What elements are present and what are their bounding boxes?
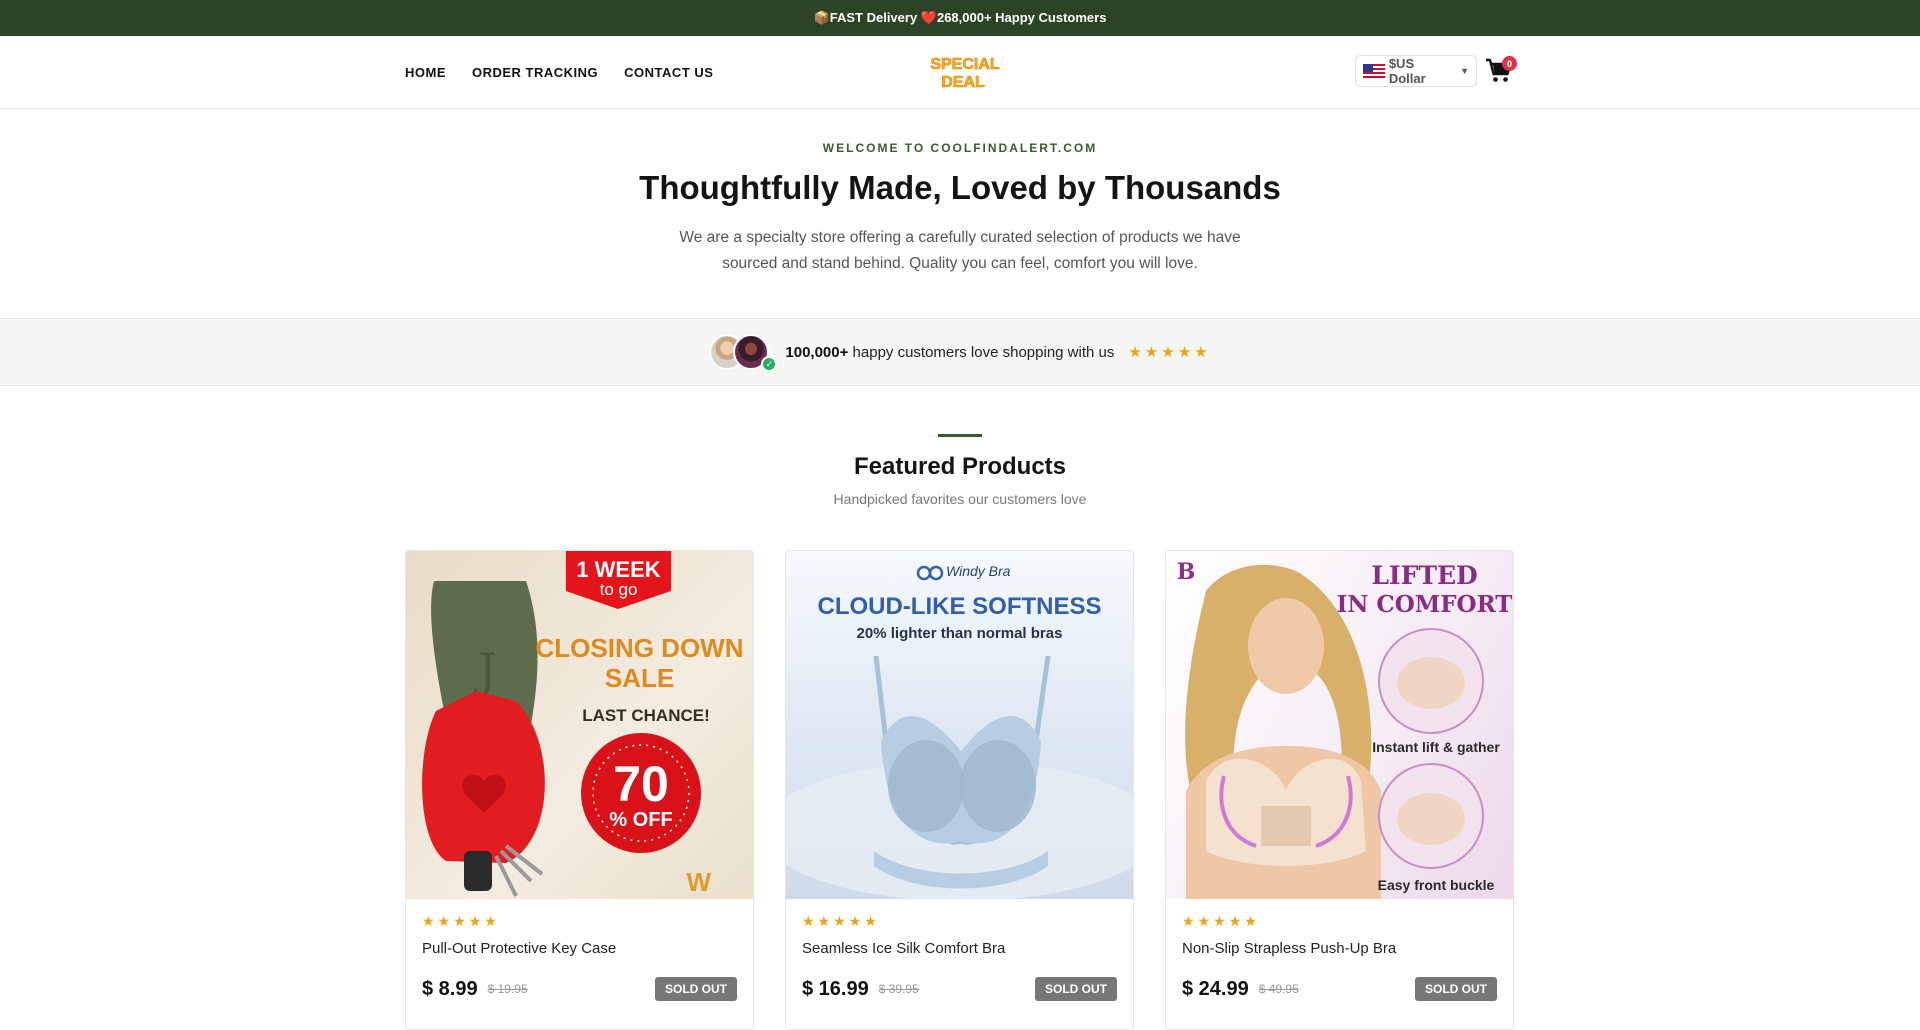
sold-out-badge: SOLD OUT (1415, 977, 1497, 1001)
proof-message: happy customers love shopping with us (848, 343, 1115, 361)
discount-seal-text: 70 % OFF (581, 759, 701, 832)
verified-check-icon: ✓ (761, 356, 778, 372)
image-brand-text: Windy Bra (946, 563, 1011, 579)
cart-count-badge: 0 (1502, 56, 1517, 71)
image-headline-text: CLOUD-LIKE SOFTNESS (817, 593, 1102, 620)
product-info: ★★★★★ Non-Slip Strapless Push-Up Bra $ 2… (1166, 899, 1513, 1015)
product-name[interactable]: Non-Slip Strapless Push-Up Bra (1182, 940, 1497, 957)
headline-line1: LIFTED (1371, 561, 1478, 590)
price-row: $ 24.99 $ 49.95 SOLD OUT (1182, 977, 1497, 1001)
product-compare-price: $ 39.95 (878, 982, 919, 996)
sale-line2: SALE (604, 663, 675, 693)
price-row: $ 16.99 $ 39.95 SOLD OUT (802, 977, 1117, 1001)
nav-order-tracking[interactable]: ORDER TRACKING (472, 65, 598, 80)
sold-out-badge: SOLD OUT (1035, 977, 1117, 1001)
sold-out-badge: SOLD OUT (655, 977, 737, 1001)
product-card[interactable]: B LIFTED IN COMFORT Instant lift & gathe… (1165, 550, 1514, 1030)
product-name[interactable]: Seamless Ice Silk Comfort Bra (802, 940, 1117, 957)
product-name[interactable]: Pull-Out Protective Key Case (422, 940, 737, 957)
nav-contact-us[interactable]: CONTACT US (624, 65, 713, 80)
product-compare-price: $ 19.95 (487, 982, 528, 996)
customer-avatars: ✓ (709, 332, 779, 372)
product-rating-stars: ★★★★★ (422, 913, 500, 929)
product-price: $ 24.99 (1182, 977, 1249, 1000)
featured-title: Featured Products (853, 453, 1067, 480)
product-info: ★★★★★ Seamless Ice Silk Comfort Bra $ 16… (786, 899, 1133, 1015)
image-headline-text: LIFTED IN COMFORT (1336, 561, 1513, 619)
product-price: $ 8.99 (422, 977, 478, 1000)
feature-text-1: Instant lift & gather (1372, 739, 1500, 755)
image-subtext: 20% lighter than normal bras (856, 625, 1063, 642)
sale-line1: CLOSING DOWN (535, 633, 744, 663)
discount-off: % OFF (609, 809, 673, 831)
main-nav: HOME ORDER TRACKING CONTACT US (405, 36, 713, 108)
announcement-bar: 📦FAST Delivery ❤️268,000+ Happy Customer… (0, 0, 1920, 36)
section-divider (938, 434, 982, 437)
image-sale-text: CLOSING DOWN SALE (526, 633, 753, 693)
customer-count: 100,000+ (785, 343, 849, 361)
discount-percent: 70 (613, 756, 669, 812)
product-rating-stars: ★★★★★ (1182, 913, 1260, 929)
product-image-key-case[interactable]: J W 1 WEEK to go CLOSING DOWN SALE LAST … (406, 551, 753, 899)
social-proof-bar: ✓ 100,000+ happy customers love shopping… (0, 318, 1920, 386)
currency-selector[interactable]: $US Dollar ▼ (1355, 55, 1477, 87)
logo-line1: SPECIAL (930, 56, 1000, 73)
special-deal-logo[interactable]: SPECIAL DEAL (929, 52, 1001, 92)
product-grid: J W 1 WEEK to go CLOSING DOWN SALE LAST … (405, 550, 1514, 1030)
featured-subtitle: Handpicked favorites our customers love (833, 491, 1087, 507)
product-rating-stars: ★★★★★ (802, 913, 880, 929)
product-image-strapless-bra[interactable]: B LIFTED IN COMFORT Instant lift & gathe… (1166, 551, 1513, 899)
social-proof-text: 100,000+ happy customers love shopping w… (785, 344, 1114, 361)
product-image-silk-bra[interactable]: Windy Bra CLOUD-LIKE SOFTNESS 20% lighte… (786, 551, 1133, 899)
price-row: $ 8.99 $ 19.95 SOLD OUT (422, 977, 737, 1001)
product-card[interactable]: Windy Bra CLOUD-LIKE SOFTNESS 20% lighte… (785, 550, 1134, 1030)
hero-description: We are a specialty store offering a care… (679, 229, 1241, 272)
banner-line2: to go (599, 580, 638, 599)
hero-title: Thoughtfully Made, Loved by Thousands (639, 169, 1281, 206)
logo-line2: DEAL (941, 74, 985, 91)
last-chance-text: LAST CHANCE! (582, 706, 710, 725)
site-header: HOME ORDER TRACKING CONTACT US SPECIAL D… (0, 36, 1920, 109)
image-logo-text: B (1176, 559, 1196, 585)
product-compare-price: $ 49.95 (1258, 982, 1299, 996)
product-price: $ 16.99 (802, 977, 869, 1000)
featured-products-header: Featured Products Handpicked favorites o… (0, 386, 1920, 507)
product-card[interactable]: J W 1 WEEK to go CLOSING DOWN SALE LAST … (405, 550, 754, 1030)
svg-text:W: W (686, 867, 711, 897)
feature-text-2: Easy front buckle (1377, 877, 1495, 893)
chevron-down-icon: ▼ (1460, 66, 1469, 76)
monogram-text: J (474, 643, 496, 697)
us-flag-icon (1363, 64, 1385, 78)
image-banner-text: 1 WEEK to go (566, 557, 671, 600)
rating-stars: ★★★★★ (1128, 344, 1211, 361)
nav-home[interactable]: HOME (405, 65, 446, 80)
product-info: ★★★★★ Pull-Out Protective Key Case $ 8.9… (406, 899, 753, 1015)
welcome-section: WELCOME TO COOLFINDALERT.COM Thoughtfull… (0, 109, 1920, 318)
announcement-text: 📦FAST Delivery ❤️268,000+ Happy Customer… (813, 10, 1107, 25)
headline-line2: IN COMFORT (1336, 591, 1513, 618)
welcome-kicker: WELCOME TO COOLFINDALERT.COM (822, 141, 1098, 155)
currency-label: $US Dollar (1388, 56, 1426, 86)
